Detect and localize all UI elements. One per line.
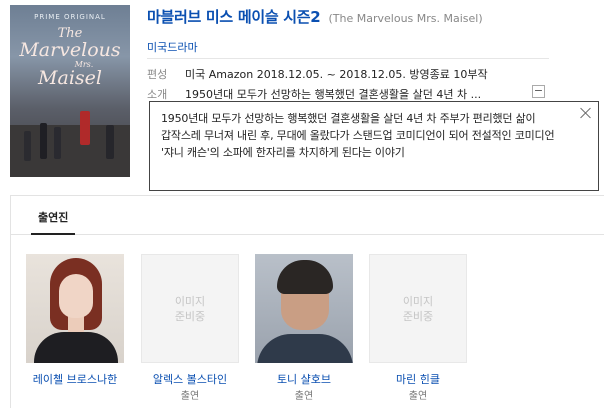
poster-title: The Marvelous Mrs. Maisel [10,27,130,89]
no-image-placeholder[interactable]: 이미지 준비중 [141,254,239,363]
cast-item[interactable]: 이미지 준비중 마린 힌클 출연 [369,254,467,402]
cast-item[interactable]: 레이첼 브로스나한 [26,254,124,387]
cast-role: 출연 [180,391,200,402]
synopsis-row: 소개 1950년대 모두가 선망하는 행복했던 결혼생활을 살던 4년 차 ... [147,86,481,102]
tab-cast[interactable]: 출연진 [38,209,68,225]
close-icon[interactable] [579,106,593,120]
poster-title-line: Maisel [38,66,102,89]
original-title: (The Marvelous Mrs. Maisel) [328,12,483,25]
synopsis-popup: 1950년대 모두가 선망하는 행복했던 결혼생활을 살던 4년 차 주부가 편… [149,101,599,191]
poster-figure [40,123,47,159]
cast-role: 출연 [408,391,428,402]
cast-tabbar: 출연진 [11,196,604,235]
cast-photo[interactable] [26,254,124,363]
broadcast-info-row: 편성 미국 Amazon 2018.12.05. ~ 2018.12.05. 방영… [147,66,488,82]
show-poster[interactable]: PRIME ORIGINAL The Marvelous Mrs. Maisel [10,5,130,177]
cast-photo[interactable] [255,254,353,363]
synopsis-full: 1950년대 모두가 선망하는 행복했던 결혼생활을 살던 4년 차 주부가 편… [161,112,555,159]
photo-face [59,274,93,318]
poster-figure [80,111,90,145]
title-line: 마블러브 미스 메이슬 시즌2 (The Marvelous Mrs. Mais… [147,6,483,27]
cast-item[interactable]: 토니 샬호브 출연 [255,254,353,402]
synopsis-short: 1950년대 모두가 선망하는 행복했던 결혼생활을 살던 4년 차 ... [185,88,482,101]
divider [147,58,549,59]
cast-name[interactable]: 토니 샬호브 [255,372,353,387]
minus-icon[interactable]: − [532,85,545,98]
poster-title-line: Marvelous [19,38,121,61]
photo-body [34,332,118,363]
poster-label: PRIME ORIGINAL [34,13,106,21]
placeholder-text: 이미지 준비중 [174,294,206,323]
genre-link[interactable]: 미국드라마 [147,39,198,55]
broadcast-value: 미국 Amazon 2018.12.05. ~ 2018.12.05. 방영종료… [185,68,488,81]
poster-figure [54,127,61,159]
poster-figure [24,131,31,161]
cast-role: 출연 [294,391,314,402]
cast-name[interactable]: 레이첼 브로스나한 [26,372,124,387]
no-image-placeholder[interactable]: 이미지 준비중 [369,254,467,363]
cast-section: 출연진 레이첼 브로스나한 이미지 준비중 알렉스 볼스타인 출연 토니 샬호브… [10,195,604,408]
cast-item[interactable]: 이미지 준비중 알렉스 볼스타인 출연 [141,254,239,402]
synopsis-label: 소개 [147,88,168,101]
page-title[interactable]: 마블러브 미스 메이슬 시즌2 [147,8,321,26]
cast-name[interactable]: 알렉스 볼스타인 [141,372,239,387]
cast-name[interactable]: 마린 힌클 [369,372,467,387]
poster-figure [106,125,114,159]
placeholder-text: 이미지 준비중 [402,294,434,323]
tab-underline [31,233,75,235]
broadcast-label: 편성 [147,68,168,81]
